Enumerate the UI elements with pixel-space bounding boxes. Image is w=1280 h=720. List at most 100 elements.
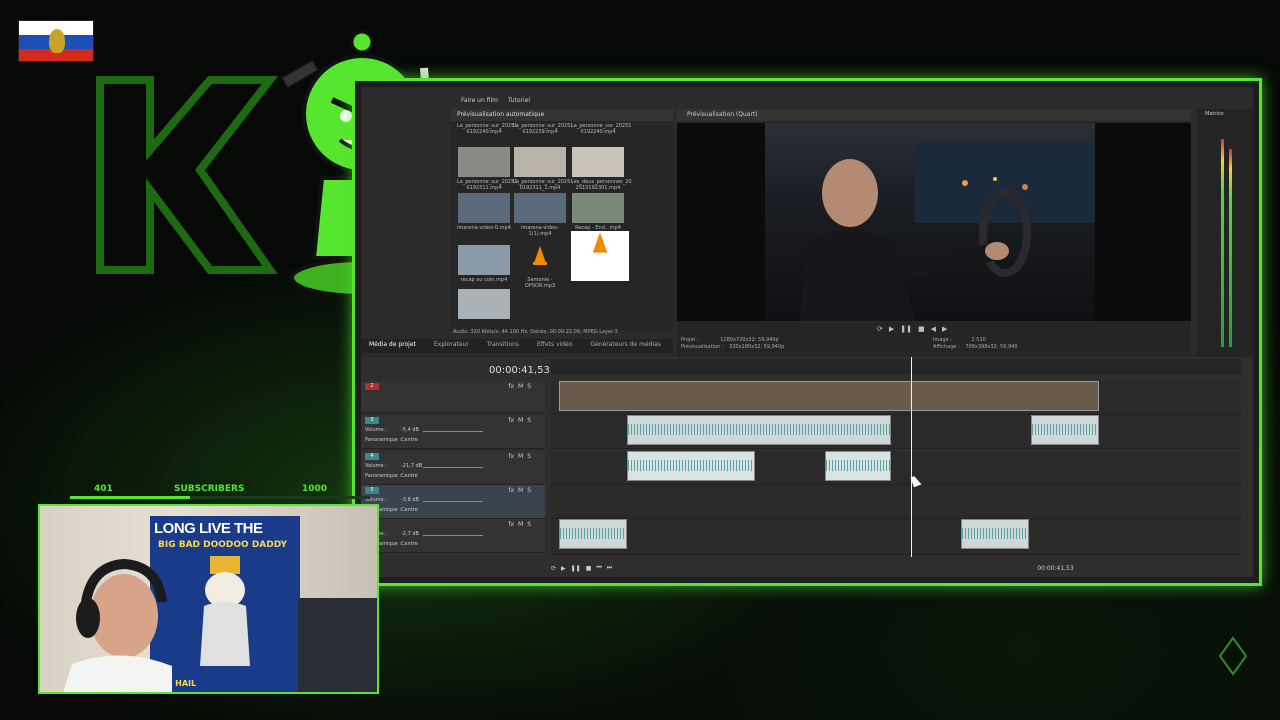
volume-slider[interactable] xyxy=(423,467,483,468)
audio-clip[interactable] xyxy=(1031,415,1099,445)
media-item[interactable]: Semonie - OPSOR.mp3 xyxy=(513,245,567,289)
subs-current: 401 xyxy=(94,484,113,494)
media-item[interactable]: La_personne_sur_20251 0192240.mp4 xyxy=(457,123,517,135)
forward-icon[interactable]: ⏭ xyxy=(607,564,612,572)
mute-button[interactable]: M xyxy=(518,521,523,528)
fx-icon[interactable]: fx xyxy=(508,487,514,494)
track-header-audio[interactable]: 5 Volume : -3,8 dB Panoramique : Centre fx… xyxy=(361,485,545,519)
poster-subtitle: BIG BAD DOODOO DADDY xyxy=(158,540,288,550)
audio-lane[interactable] xyxy=(551,451,1241,485)
audio-lane[interactable] xyxy=(551,519,1241,555)
video-clip[interactable] xyxy=(559,381,1099,411)
vegas-pro-app: Faire un film Tutoriel Prévisualisation … xyxy=(361,87,1253,577)
prev-frame-icon[interactable]: ◀ xyxy=(931,325,936,333)
pause-icon[interactable]: ❚❚ xyxy=(571,565,581,572)
play-icon[interactable]: ▶ xyxy=(561,565,566,572)
media-item[interactable]: recap au coin.mp4 xyxy=(457,245,511,283)
loop-icon[interactable]: ⟳ xyxy=(551,565,556,572)
background-monitor xyxy=(298,598,377,692)
mute-button[interactable]: M xyxy=(518,383,523,390)
playhead[interactable] xyxy=(911,357,912,557)
vlc-cone-icon xyxy=(533,246,547,265)
audio-clip[interactable] xyxy=(559,519,627,549)
top-toolbar: Faire un film Tutoriel xyxy=(461,91,530,109)
subs-label: SUBSCRIBERS xyxy=(174,484,245,494)
next-frame-icon[interactable]: ▶ xyxy=(942,325,947,333)
preview-info-left: Projet : 1280x720x32; 59,940p Prévisuali… xyxy=(681,337,785,350)
track-header-audio[interactable]: 4 Volume : -21,7 dB Panoramique : Centre f… xyxy=(361,451,545,485)
media-item[interactable]: La_personne_sur_20251 0192239.mp4 xyxy=(513,123,573,135)
mute-button[interactable]: M xyxy=(518,417,523,424)
stop-icon[interactable]: ■ xyxy=(918,325,925,333)
corner-logo-icon xyxy=(1218,636,1248,676)
video-lane[interactable] xyxy=(551,381,1241,415)
pause-icon[interactable]: ❚❚ xyxy=(900,325,912,333)
panel-tabs: Média de projet Explorateur Transitions … xyxy=(361,339,673,353)
media-item[interactable]: Les_deux_personnes_20 2510192301.mp4 xyxy=(571,147,632,191)
subs-progress-bar xyxy=(70,496,370,499)
solo-button[interactable]: S xyxy=(527,521,531,528)
tutoriel-button[interactable]: Tutoriel xyxy=(508,97,530,104)
media-item[interactable]: La_personne_sur_20251 0192240.mp4 xyxy=(571,123,631,135)
streamer-person-icon xyxy=(63,558,172,692)
media-item[interactable]: lmarena-video-1(1).mp4 xyxy=(513,193,567,237)
track-header-audio[interactable]: 3 Volume : -5,4 dB Panoramique : Centre fx… xyxy=(361,415,545,449)
subs-progress-fill xyxy=(70,496,191,499)
track-header-audio[interactable]: 6 Volume :-2,7 dB Panoramique :Centre fx… xyxy=(361,519,545,553)
media-item[interactable]: lmarena-video-0.mp4 xyxy=(457,193,511,231)
tab-effets-video[interactable]: Effets vidéo xyxy=(537,341,572,351)
media-item[interactable]: La_personne_sur_20251 0192311_1.mp4 xyxy=(513,147,573,191)
poster-title: LONG LIVE THE xyxy=(154,520,263,537)
volume-slider[interactable] xyxy=(423,501,483,502)
fx-icon[interactable]: fx xyxy=(508,453,514,460)
audio-clip[interactable] xyxy=(961,519,1029,549)
fx-icon[interactable]: fx xyxy=(508,383,514,390)
stop-icon[interactable]: ■ xyxy=(586,565,592,572)
meter-left xyxy=(1221,139,1224,347)
fx-icon[interactable]: fx xyxy=(508,521,514,528)
poster: LONG LIVE THE BIG BAD DOODOO DADDY ALL H… xyxy=(150,516,300,692)
poster-figure-icon xyxy=(200,556,250,666)
solo-button[interactable]: S xyxy=(527,453,531,460)
meter-label: Matrice xyxy=(1205,111,1224,117)
media-item[interactable] xyxy=(457,289,511,321)
fx-icon[interactable]: fx xyxy=(508,417,514,424)
timeline-transport: ⟳ ▶ ❚❚ ■ ⏮ ⏭ 00:00:41,53 xyxy=(551,561,1251,575)
media-item[interactable]: La_personne_sur_20251 0192311.mp4 xyxy=(457,147,517,191)
meter-right xyxy=(1229,149,1232,347)
audio-lane[interactable] xyxy=(551,485,1241,519)
mute-button[interactable]: M xyxy=(518,453,523,460)
volume-slider[interactable] xyxy=(423,535,483,536)
mute-button[interactable]: M xyxy=(518,487,523,494)
vlc-cone-icon xyxy=(592,232,608,253)
audio-clip[interactable] xyxy=(627,415,891,445)
stream-overlay: Faire un film Tutoriel Prévisualisation … xyxy=(0,0,1280,720)
volume-slider[interactable] xyxy=(423,431,483,432)
media-item[interactable]: Recap - End...mp4 xyxy=(571,193,625,231)
track-header-video[interactable]: 2 fx M S xyxy=(361,381,545,413)
timeline-ruler[interactable] xyxy=(551,359,1241,375)
tab-transitions[interactable]: Transitions xyxy=(487,341,519,351)
audio-clip[interactable] xyxy=(627,451,755,481)
editor-window: Faire un film Tutoriel Prévisualisation … xyxy=(352,78,1262,586)
solo-button[interactable]: S xyxy=(527,383,531,390)
audio-clip[interactable] xyxy=(825,451,891,481)
master-meter: Matrice xyxy=(1197,109,1253,357)
tab-generateurs[interactable]: Générateurs de médias xyxy=(590,341,661,351)
solo-button[interactable]: S xyxy=(527,487,531,494)
media-header[interactable]: Prévisualisation automatique xyxy=(451,109,673,121)
tab-media-projet[interactable]: Média de projet xyxy=(369,341,416,351)
preview-header[interactable]: Prévisualisation (Quart) xyxy=(677,109,1191,121)
russian-flag-icon xyxy=(18,20,94,62)
audio-lane[interactable] xyxy=(551,415,1241,449)
play-icon[interactable]: ▶ xyxy=(889,325,894,333)
faire-film-button[interactable]: Faire un film xyxy=(461,97,498,104)
project-media-panel: Prévisualisation automatique La_personne… xyxy=(451,109,673,331)
video-preview-panel: Prévisualisation (Quart) ⟳ ▶ ❚❚ ■ ◀ ▶ Pr… xyxy=(677,109,1191,357)
preview-frame xyxy=(765,123,1095,321)
solo-button[interactable]: S xyxy=(527,417,531,424)
media-item[interactable] xyxy=(571,231,629,283)
loop-icon[interactable]: ⟳ xyxy=(877,325,883,333)
tab-explorateur[interactable]: Explorateur xyxy=(434,341,469,351)
rewind-icon[interactable]: ⏮ xyxy=(596,564,601,572)
